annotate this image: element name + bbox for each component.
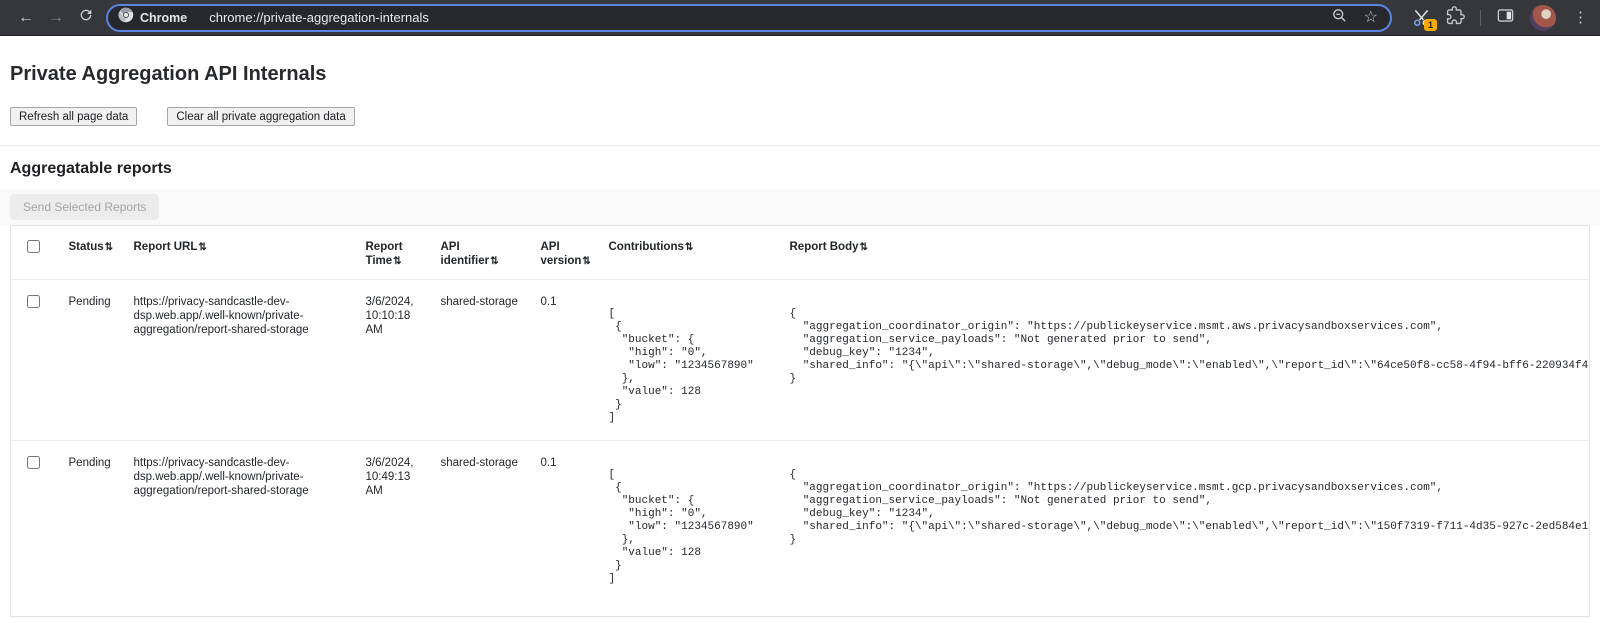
reload-button[interactable] — [74, 6, 98, 30]
table-row: Pending https://privacy-sandcastle-dev-d… — [11, 441, 1590, 617]
zoom-icon[interactable] — [1331, 7, 1348, 29]
select-all-checkbox[interactable] — [27, 240, 40, 253]
nav-buttons: ← → — [14, 6, 98, 30]
report-time-cell: 3/6/2024, 10:49:13 AM — [356, 441, 431, 617]
col-header-api-version-label: API version — [541, 241, 582, 267]
chrome-chip-label: Chrome — [140, 11, 187, 25]
col-header-contributions-label: Contributions — [609, 241, 684, 253]
report-url-cell: https://privacy-sandcastle-dev-dsp.web.a… — [124, 280, 356, 441]
contributions-json: [ { "bucket": { "high": "0", "low": "123… — [609, 308, 770, 425]
col-header-report-time[interactable]: Report Time⇅ — [356, 226, 431, 280]
reload-icon — [78, 7, 94, 28]
api-version-cell: 0.1 — [531, 441, 599, 617]
send-selected-reports-button[interactable]: Send Selected Reports — [10, 194, 159, 220]
row-checkbox[interactable] — [27, 456, 40, 469]
sort-icon: ⇅ — [105, 242, 113, 253]
report-body-json: { "aggregation_coordinator_origin": "htt… — [790, 308, 1580, 386]
urlbar-actions: ☆ — [1331, 7, 1378, 29]
table-row: Pending https://privacy-sandcastle-dev-d… — [11, 280, 1590, 441]
col-header-report-body-label: Report Body — [790, 241, 859, 253]
extensions-puzzle-icon[interactable] — [1446, 6, 1465, 30]
reports-table: Status⇅ Report URL⇅ Report Time⇅ API ide… — [10, 225, 1590, 617]
browser-toolbar: ← → Chrome chrome://private-aggregation-… — [0, 0, 1600, 36]
col-header-report-url[interactable]: Report URL⇅ — [124, 226, 356, 280]
sort-icon: ⇅ — [860, 242, 868, 253]
chrome-logo-icon — [118, 7, 134, 28]
sort-icon: ⇅ — [198, 242, 206, 253]
status-cell: Pending — [59, 441, 124, 617]
contributions-json: [ { "bucket": { "high": "0", "low": "123… — [609, 469, 770, 586]
col-header-status-label: Status — [69, 241, 104, 253]
url-text: chrome://private-aggregation-internals — [209, 10, 1318, 25]
col-header-report-url-label: Report URL — [134, 241, 198, 253]
table-header-row: Status⇅ Report URL⇅ Report Time⇅ API ide… — [11, 226, 1590, 280]
report-body-json: { "aggregation_coordinator_origin": "htt… — [790, 469, 1580, 547]
toolbar-separator — [1480, 10, 1481, 26]
side-panel-icon[interactable] — [1496, 6, 1515, 30]
profile-avatar[interactable] — [1530, 5, 1556, 31]
api-identifier-cell: shared-storage — [431, 280, 531, 441]
page-title: Private Aggregation API Internals — [10, 36, 1590, 86]
col-header-api-identifier-label: API identifier — [441, 241, 490, 267]
menu-kebab-icon[interactable]: ⋮ — [1571, 10, 1590, 25]
back-icon: ← — [18, 9, 34, 27]
refresh-all-button[interactable]: Refresh all page data — [10, 107, 137, 126]
status-cell: Pending — [59, 280, 124, 441]
page-actions: Refresh all page data Clear all private … — [10, 107, 1590, 126]
chrome-chip: Chrome — [118, 7, 187, 28]
col-header-status[interactable]: Status⇅ — [59, 226, 124, 280]
sort-icon: ⇅ — [685, 242, 693, 253]
report-time-cell: 3/6/2024, 10:10:18 AM — [356, 280, 431, 441]
clear-all-button[interactable]: Clear all private aggregation data — [167, 107, 354, 126]
api-identifier-cell: shared-storage — [431, 441, 531, 617]
extension-badge: 1 — [1424, 19, 1437, 31]
forward-button[interactable]: → — [44, 6, 68, 30]
scissors-extension-icon[interactable]: 1 — [1412, 8, 1431, 27]
report-url-cell: https://privacy-sandcastle-dev-dsp.web.a… — [124, 441, 356, 617]
sort-icon: ⇅ — [582, 256, 590, 267]
aggregatable-reports-heading: Aggregatable reports — [0, 146, 1600, 178]
col-header-api-version[interactable]: API version⇅ — [531, 226, 599, 280]
col-header-contributions[interactable]: Contributions⇅ — [599, 226, 780, 280]
back-button[interactable]: ← — [14, 6, 38, 30]
reports-action-strip: Send Selected Reports — [0, 189, 1600, 225]
col-header-api-identifier[interactable]: API identifier⇅ — [431, 226, 531, 280]
sort-icon: ⇅ — [393, 256, 401, 267]
sort-icon: ⇅ — [490, 256, 498, 267]
forward-icon: → — [48, 9, 64, 27]
toolbar-right-cluster: 1 ⋮ — [1412, 5, 1590, 31]
row-checkbox[interactable] — [27, 295, 40, 308]
api-version-cell: 0.1 — [531, 280, 599, 441]
url-bar[interactable]: Chrome chrome://private-aggregation-inte… — [106, 4, 1392, 32]
col-header-report-body[interactable]: Report Body⇅ — [780, 226, 1590, 280]
bookmark-star-icon[interactable]: ☆ — [1364, 10, 1378, 26]
